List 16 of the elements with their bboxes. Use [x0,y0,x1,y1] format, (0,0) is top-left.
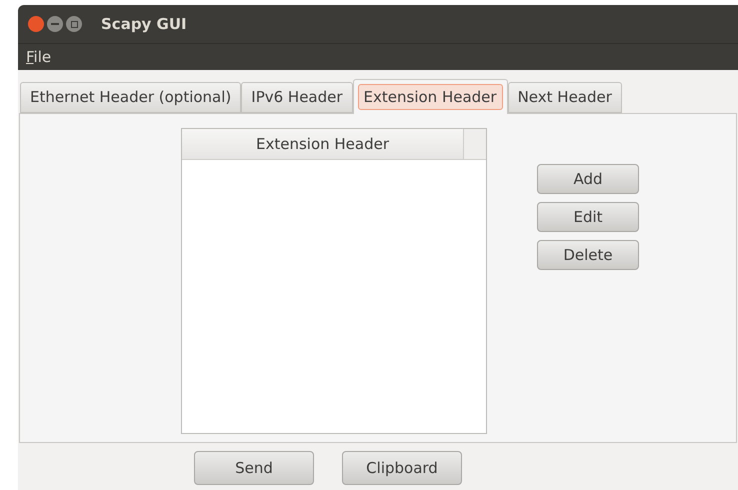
menu-item[interactable]: File [20,46,58,68]
tab[interactable]: Extension Header [352,79,508,114]
push-button[interactable]: Delete [537,240,639,270]
window-title: Scapy GUI [101,14,187,35]
push-button[interactable]: Edit [537,202,639,232]
tab[interactable]: Ethernet Header (optional) [20,82,242,113]
minimize-icon[interactable] [47,16,63,32]
tab[interactable]: IPv6 Header [241,82,353,113]
tab[interactable]: Next Header [508,82,622,113]
maximize-icon[interactable] [66,16,82,32]
column-header[interactable]: Extension Header [182,129,464,160]
push-button[interactable]: Add [537,164,639,194]
close-icon[interactable] [28,16,44,32]
push-button[interactable]: Clipboard [342,451,462,485]
column-header-filler [464,129,486,160]
push-button[interactable]: Send [194,451,314,485]
